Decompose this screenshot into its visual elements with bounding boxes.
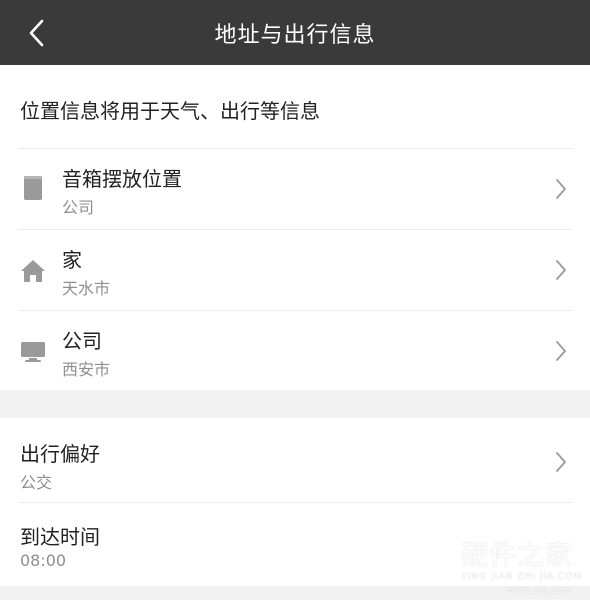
row-title: 到达时间 (20, 525, 100, 549)
row-subtitle: 公交 (20, 473, 53, 492)
chevron-left-icon (29, 19, 44, 46)
chevron-right-icon (552, 339, 570, 363)
location-notice: 位置信息将用于天气、出行等信息 (20, 99, 320, 123)
back-button[interactable] (12, 0, 60, 65)
home-icon (20, 258, 46, 284)
row-title: 出行偏好 (20, 442, 100, 466)
row-title: 音箱摆放位置 (62, 167, 182, 191)
travel-preference-row[interactable]: 出行偏好 公交 (0, 418, 590, 502)
speaker-icon (20, 175, 46, 201)
company-location-row[interactable]: 公司 西安市 (0, 311, 590, 390)
row-subtitle: 天水市 (62, 279, 111, 298)
row-subtitle: 西安市 (62, 360, 111, 379)
location-section: 位置信息将用于天气、出行等信息 音箱摆放位置 公司 家 天水市 公司 西安市 (0, 65, 590, 390)
chevron-right-icon (552, 450, 570, 474)
chevron-right-icon (552, 258, 570, 282)
row-title: 公司 (62, 329, 102, 353)
travel-preference-section: 出行偏好 公交 到达时间 08:00 (0, 418, 590, 586)
monitor-icon (20, 339, 46, 365)
home-location-row[interactable]: 家 天水市 (0, 230, 590, 310)
row-subtitle: 08:00 (20, 551, 67, 570)
row-title: 家 (62, 248, 82, 272)
nav-bar: 地址与出行信息 (0, 0, 590, 65)
page-title: 地址与出行信息 (214, 22, 376, 48)
speaker-location-row[interactable]: 音箱摆放位置 公司 (0, 149, 590, 229)
chevron-right-icon (552, 177, 570, 201)
row-subtitle: 公司 (62, 198, 95, 217)
watermark-url: www.znj.com (506, 585, 572, 596)
arrival-time-row[interactable]: 到达时间 08:00 (0, 503, 590, 586)
